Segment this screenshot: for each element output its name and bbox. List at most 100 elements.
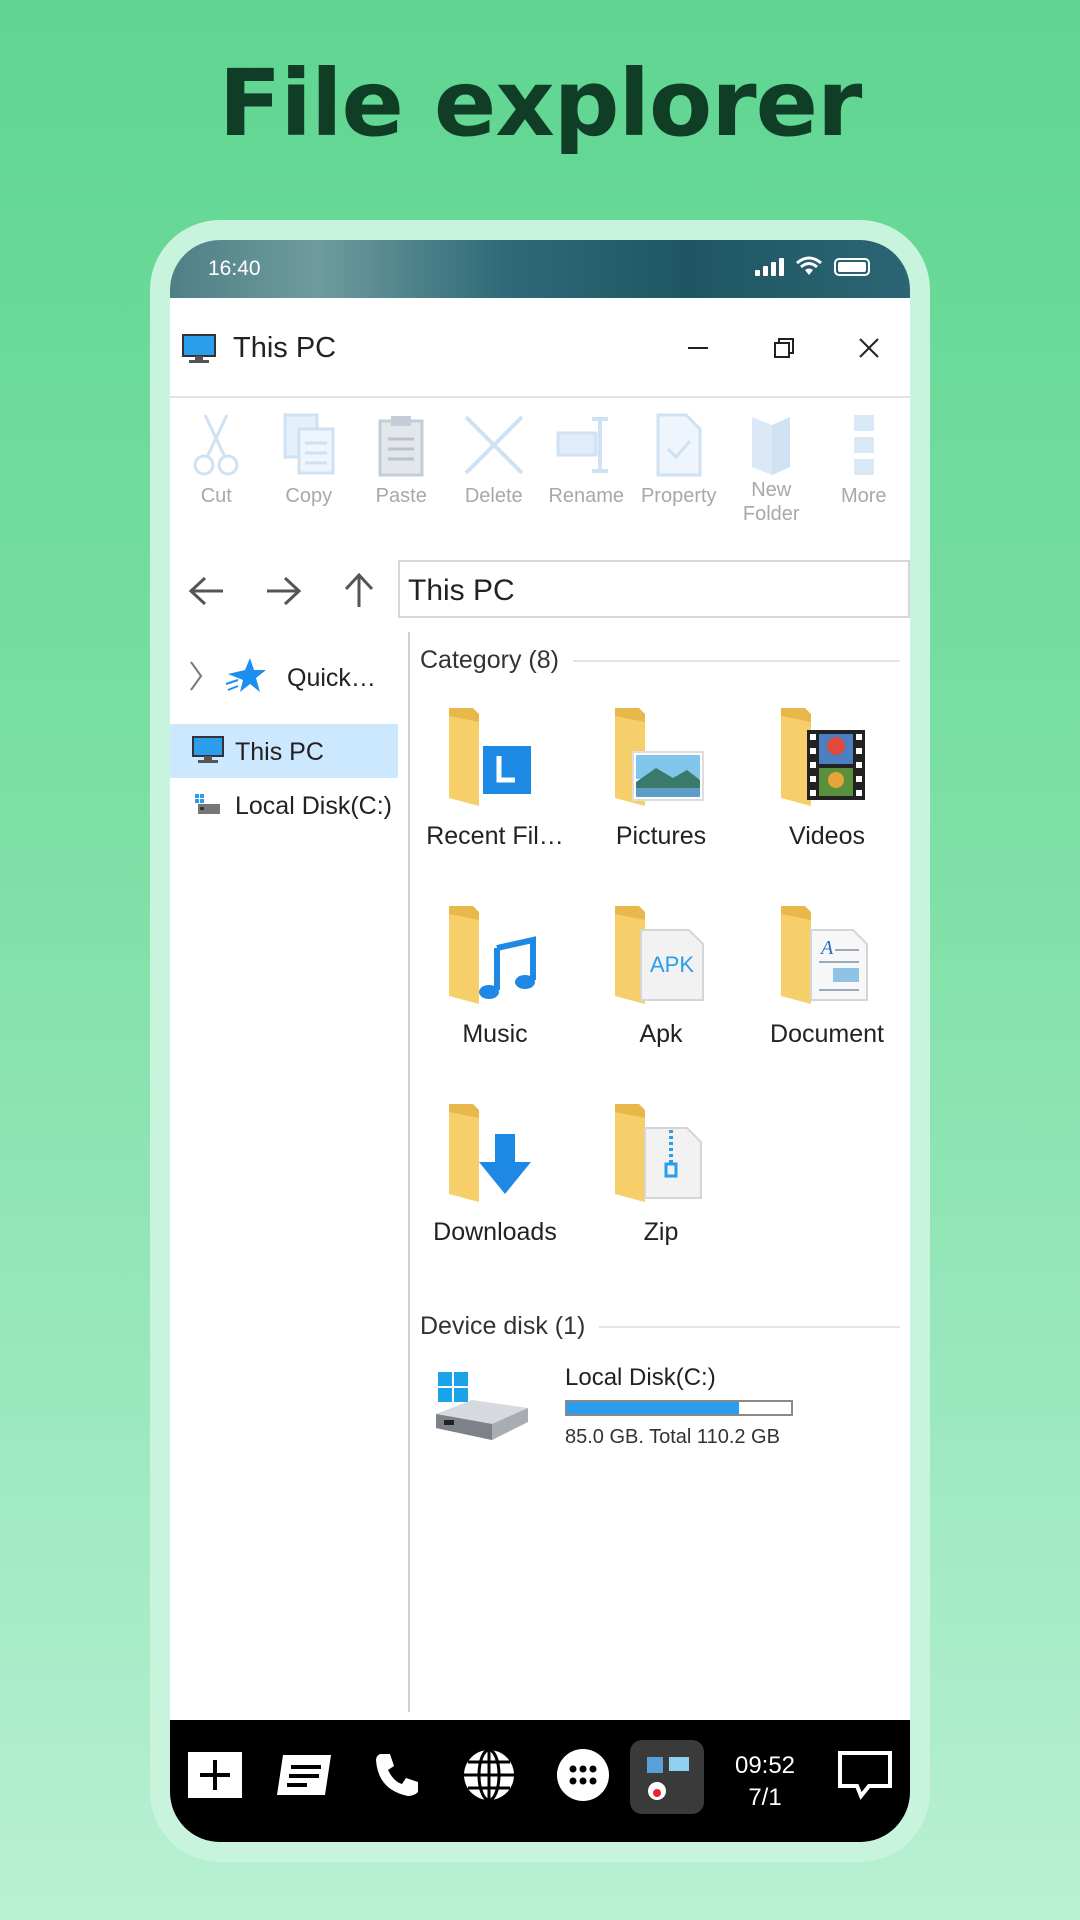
- minimize-button[interactable]: [668, 318, 728, 378]
- device-disk-header-label: Device disk (1): [420, 1312, 586, 1340]
- paste-button[interactable]: Paste: [355, 400, 448, 530]
- category-label: Document: [770, 1020, 884, 1048]
- status-bar: 16:40: [170, 240, 910, 298]
- property-button[interactable]: Property: [633, 400, 726, 530]
- category-videos[interactable]: Videos: [744, 702, 910, 882]
- category-zip[interactable]: Zip: [578, 1098, 744, 1278]
- category-recent-files[interactable]: Recent Fil…: [412, 702, 578, 882]
- recent-apps-icon: [647, 1757, 689, 1800]
- rename-button[interactable]: Rename: [540, 400, 633, 530]
- star-icon: [225, 658, 266, 692]
- restore-button[interactable]: [754, 318, 814, 378]
- disk-info: 85.0 GB. Total 110.2 GB: [565, 1426, 780, 1448]
- disk-icon: [195, 794, 220, 814]
- close-button[interactable]: [839, 318, 899, 378]
- disk-name: Local Disk(C:): [565, 1364, 716, 1391]
- category-label: Videos: [789, 822, 865, 850]
- add-icon: [188, 1752, 242, 1798]
- cut-button[interactable]: Cut: [170, 400, 263, 530]
- taskbar-apps-button[interactable]: [552, 1744, 614, 1806]
- back-button[interactable]: [182, 566, 232, 616]
- restore-icon: [774, 338, 794, 358]
- category-pictures[interactable]: Pictures: [578, 702, 744, 882]
- taskbar-recent-apps-button[interactable]: [630, 1740, 704, 1814]
- category-downloads[interactable]: Downloads: [412, 1098, 578, 1278]
- up-button[interactable]: [334, 566, 384, 616]
- chat-icon: [838, 1751, 892, 1800]
- more-button[interactable]: More: [818, 400, 911, 530]
- window-title: This PC: [233, 332, 337, 364]
- more-icon: [853, 415, 874, 475]
- svg-text:APK: APK: [650, 952, 694, 977]
- videos-folder-icon: [781, 708, 865, 806]
- arrow-up-icon: [344, 573, 374, 607]
- rename-icon: [556, 417, 609, 473]
- signal-icon: [755, 258, 784, 276]
- taskbar-chat-button[interactable]: [834, 1744, 896, 1806]
- sidebar-item-label: Local Disk(C:): [235, 792, 392, 820]
- minimize-icon: [688, 347, 708, 349]
- category-header: Category (8): [420, 646, 900, 675]
- hard-drive-icon: [436, 1372, 528, 1440]
- device-local-disk[interactable]: Local Disk(C:) 85.0 GB. Total 110.2 GB: [432, 1354, 902, 1474]
- new-folder-label: New Folder: [742, 479, 800, 525]
- close-icon: [859, 338, 879, 358]
- category-document[interactable]: A Document: [744, 900, 910, 1080]
- music-folder-icon: [449, 906, 536, 1004]
- copy-icon: [283, 413, 335, 475]
- svg-text:A: A: [819, 937, 834, 959]
- category-music[interactable]: Music: [412, 900, 578, 1080]
- taskbar-notes-button[interactable]: [274, 1744, 336, 1806]
- wifi-icon: [796, 256, 822, 275]
- document-folder-icon: A: [781, 906, 868, 1004]
- address-bar[interactable]: This PC: [398, 560, 910, 618]
- taskbar-phone-button[interactable]: [366, 1744, 428, 1806]
- pictures-folder-icon: [615, 708, 704, 806]
- window-title-bar: This PC: [170, 298, 910, 398]
- taskbar-browser-button[interactable]: [458, 1744, 520, 1806]
- delete-icon: [464, 415, 524, 475]
- pc-icon: [182, 334, 216, 363]
- downloads-folder-icon: [449, 1104, 531, 1202]
- rename-label: Rename: [548, 485, 625, 507]
- property-icon: [656, 413, 702, 477]
- category-apk[interactable]: APK Apk: [578, 900, 744, 1080]
- battery-icon: [834, 258, 870, 276]
- paste-icon: [378, 416, 424, 477]
- new-folder-button[interactable]: New Folder: [725, 400, 818, 530]
- disk-usage-fill: [567, 1402, 740, 1414]
- taskbar-time: 09:52: [734, 1752, 796, 1779]
- recent-folder-icon: [449, 708, 531, 806]
- category-header-label: Category (8): [420, 646, 559, 674]
- notes-icon: [277, 1755, 331, 1795]
- sidebar-item-this-pc[interactable]: This PC: [170, 724, 398, 778]
- sidebar-item-quick-access[interactable]: Quick…: [170, 650, 398, 704]
- property-label: Property: [640, 485, 717, 507]
- status-time: 16:40: [208, 257, 261, 280]
- paste-label: Paste: [375, 485, 427, 507]
- taskbar-clock[interactable]: 09:52 7/1: [720, 1750, 810, 1814]
- taskbar-add-button[interactable]: [184, 1744, 246, 1806]
- sidebar-item-local-disk[interactable]: Local Disk(C:): [170, 778, 398, 832]
- forward-button[interactable]: [258, 566, 308, 616]
- more-label: More: [840, 485, 887, 507]
- copy-label: Copy: [285, 485, 333, 507]
- zip-folder-icon: [615, 1104, 702, 1202]
- sidebar: Quick… This PC Local Disk(C:): [170, 632, 410, 1712]
- cut-label: Cut: [200, 485, 232, 507]
- globe-icon: [464, 1748, 514, 1802]
- category-label: Recent Fil…: [426, 822, 564, 850]
- copy-button[interactable]: Copy: [263, 400, 356, 530]
- category-label: Pictures: [615, 822, 707, 850]
- toolbar: Cut Copy Paste Delete Rename Property Ne…: [170, 400, 910, 530]
- delete-button[interactable]: Delete: [448, 400, 541, 530]
- apk-folder-icon: APK: [615, 906, 704, 1004]
- device-disk-header: Device disk (1): [420, 1312, 900, 1341]
- delete-label: Delete: [464, 485, 523, 507]
- category-label: Music: [462, 1020, 528, 1048]
- status-icons: [755, 256, 870, 276]
- sidebar-item-label: Quick…: [287, 664, 376, 692]
- arrow-left-icon: [189, 576, 223, 606]
- main-content: Category (8) Recent Fil… Pictures Videos…: [412, 632, 910, 1712]
- chevron-right-icon[interactable]: [188, 660, 204, 692]
